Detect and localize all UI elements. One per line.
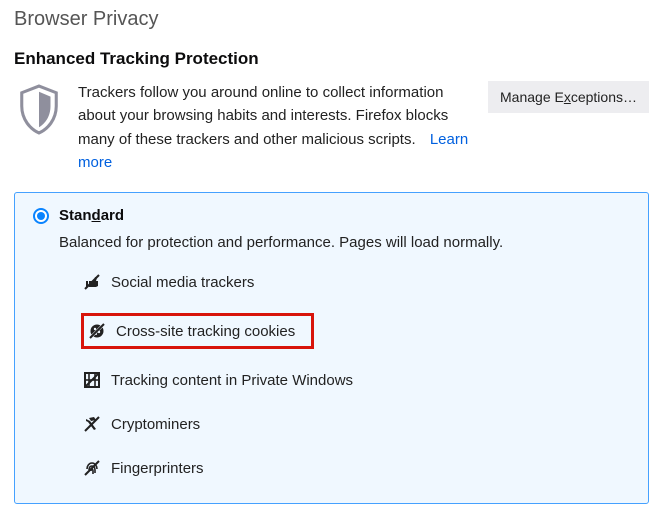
tracker-item-fingerprinters: Fingerprinters	[81, 455, 210, 481]
tracker-item-cookies: Cross-site tracking cookies	[81, 313, 314, 349]
tracker-label: Cross-site tracking cookies	[116, 323, 295, 340]
tracker-item-content: Tracking content in Private Windows	[81, 367, 359, 393]
tracker-list: Social media trackers Cross-site trackin…	[81, 269, 630, 481]
pick-slash-icon	[83, 415, 101, 433]
standard-description: Balanced for protection and performance.…	[59, 234, 630, 251]
etp-section-title: Enhanced Tracking Protection	[14, 49, 649, 69]
tracker-item-social: Social media trackers	[81, 269, 260, 295]
etp-intro-text: Trackers follow you around online to col…	[78, 81, 474, 174]
fingerprint-slash-icon	[83, 459, 101, 477]
tracker-item-cryptominers: Cryptominers	[81, 411, 206, 437]
tracker-label: Social media trackers	[111, 274, 254, 291]
etp-standard-card: Standard Balanced for protection and per…	[14, 192, 649, 504]
etp-intro-row: Trackers follow you around online to col…	[14, 81, 649, 174]
tracker-label: Fingerprinters	[111, 460, 204, 477]
standard-label: Standard	[59, 207, 124, 224]
cookie-slash-icon	[88, 322, 106, 340]
manage-exceptions-button[interactable]: Manage Exceptions…	[488, 81, 649, 113]
thumb-slash-icon	[83, 273, 101, 291]
standard-radio[interactable]	[33, 208, 49, 224]
tracker-label: Tracking content in Private Windows	[111, 372, 353, 389]
page-title: Browser Privacy	[14, 8, 649, 31]
etp-intro-body: Trackers follow you around online to col…	[78, 84, 448, 148]
tracker-label: Cryptominers	[111, 416, 200, 433]
shield-icon	[14, 81, 64, 139]
fence-slash-icon	[83, 371, 101, 389]
